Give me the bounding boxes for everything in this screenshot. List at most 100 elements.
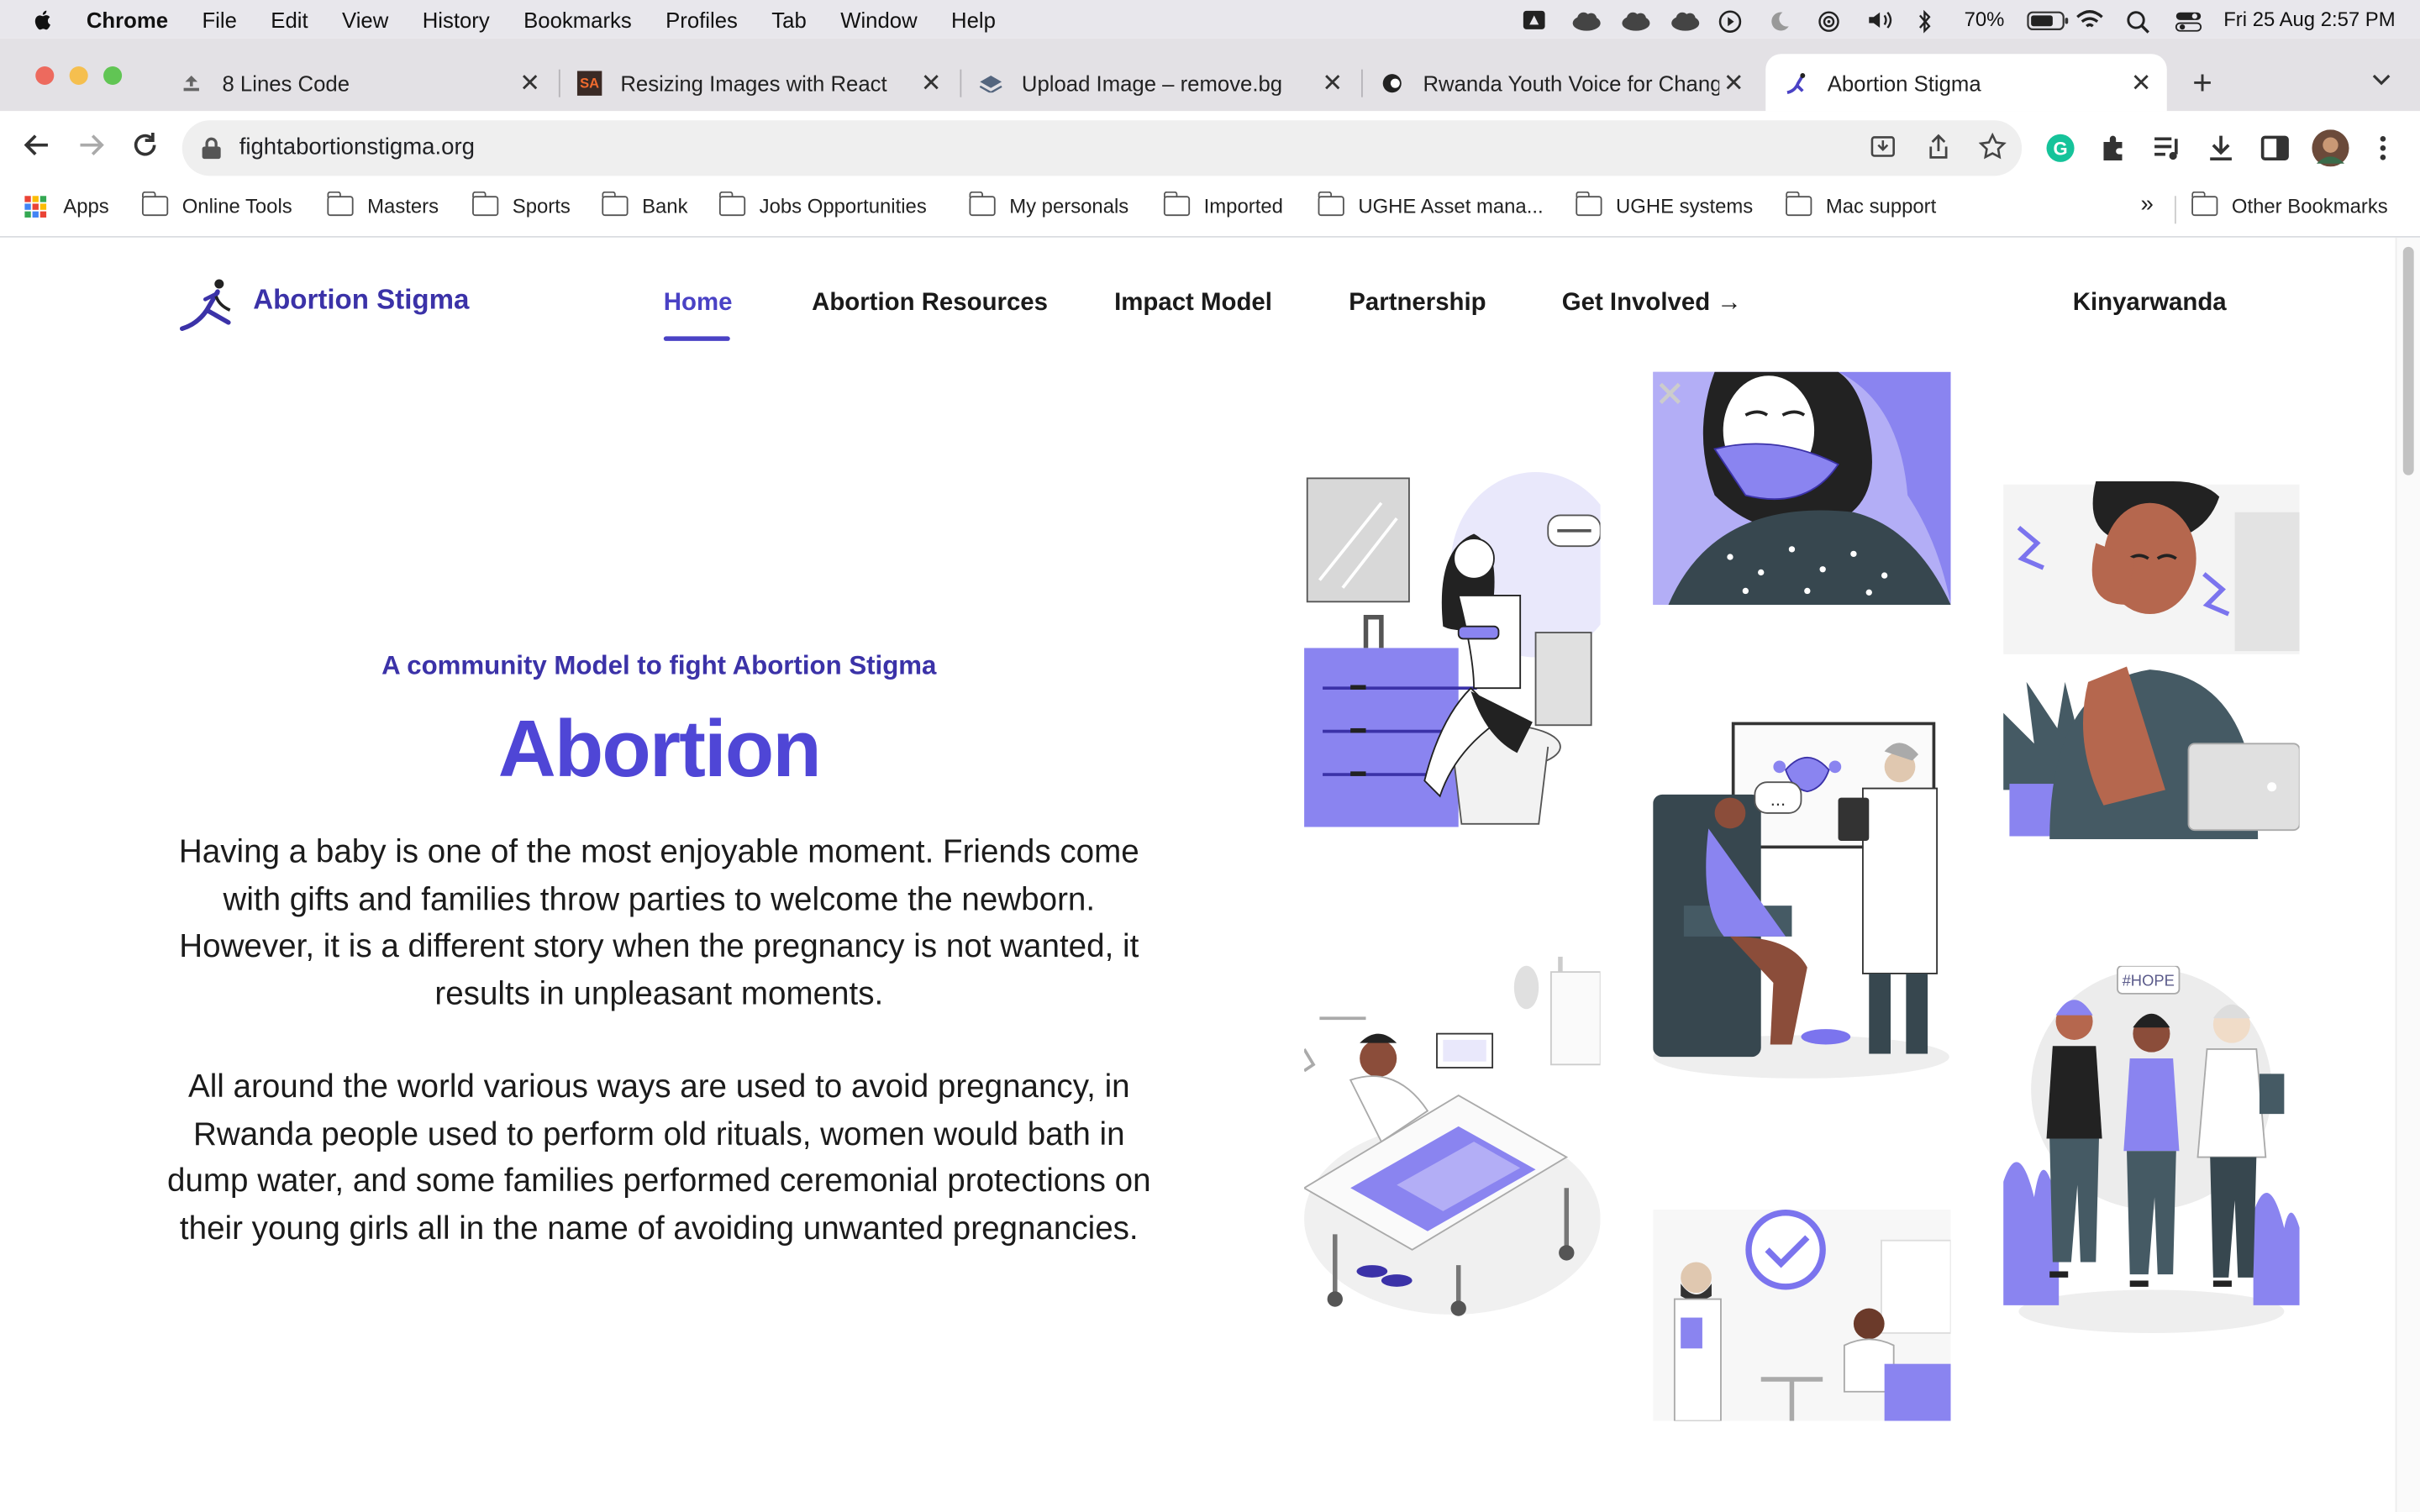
address-bar[interactable]: fightabortionstigma.org (182, 120, 2023, 176)
hero-section: A community Model to fight Abortion Stig… (166, 642, 1151, 1252)
menu-app-name[interactable]: Chrome (87, 7, 168, 31)
bookmark-folder-online-tools[interactable]: Online Tools (141, 191, 292, 218)
nav-impact-model[interactable]: Impact Model (1114, 290, 1272, 318)
hero-kicker: A community Model to fight Abortion Stig… (381, 651, 937, 680)
drive-icon[interactable] (1520, 8, 1548, 30)
share-icon[interactable] (1923, 133, 1954, 164)
close-window-button[interactable] (35, 66, 55, 86)
page-scrollbar[interactable] (2395, 237, 2420, 1512)
menu-bookmarks[interactable]: Bookmarks (523, 7, 632, 31)
bookmark-folder-ughe-asset[interactable]: UGHE Asset mana... (1317, 191, 1544, 218)
logo-figure-icon (179, 276, 247, 339)
tab-8-lines-code[interactable]: 8 Lines Code ✕ (164, 54, 556, 111)
bookmark-label: Bank (642, 194, 688, 218)
bookmark-star-icon[interactable] (1977, 132, 2008, 164)
minimize-window-button[interactable] (69, 66, 88, 86)
menu-help[interactable]: Help (951, 7, 996, 31)
close-tab-icon[interactable]: ✕ (1322, 67, 1343, 98)
bookmark-label: Apps (63, 194, 109, 218)
tab-title: Resizing Images with React (620, 70, 887, 95)
hope-tag-text: #HOPE (2123, 972, 2175, 990)
menu-edit[interactable]: Edit (271, 7, 308, 31)
close-tab-icon[interactable]: ✕ (519, 67, 540, 98)
menu-tab[interactable]: Tab (771, 7, 806, 31)
site-logo[interactable]: Abortion Stigma (179, 276, 469, 339)
menu-profiles[interactable]: Profiles (666, 7, 738, 31)
bookmark-folder-my-personals[interactable]: My personals (968, 191, 1128, 218)
browser-toolbar: fightabortionstigma.org G (0, 111, 2420, 184)
scrollbar-thumb[interactable] (2402, 246, 2414, 475)
menu-file[interactable]: File (202, 7, 236, 31)
profile-avatar[interactable] (2312, 129, 2349, 167)
nav-home[interactable]: Home (664, 290, 733, 318)
control-center-icon[interactable] (2174, 8, 2202, 31)
bookmark-apps[interactable]: Apps (24, 194, 109, 218)
new-tab-icon[interactable]: + (2187, 66, 2218, 99)
folder-icon (968, 191, 996, 217)
battery-icon[interactable] (2026, 8, 2068, 30)
tab-remove-bg[interactable]: Upload Image – remove.bg ✕ (963, 54, 1358, 111)
back-icon[interactable] (20, 129, 54, 163)
nav-partnership[interactable]: Partnership (1349, 290, 1486, 318)
forward-icon[interactable] (74, 129, 108, 163)
lock-icon[interactable] (201, 136, 223, 160)
bookmark-folder-ughe-systems[interactable]: UGHE systems (1575, 191, 1753, 218)
cloud-icon[interactable] (1569, 8, 1601, 30)
clock-datetime[interactable]: Fri 25 Aug 2:57 PM (2223, 8, 2395, 31)
hero-title: Abortion (497, 705, 822, 795)
menu-view[interactable]: View (342, 7, 388, 31)
tab-resizing-images[interactable]: SA Resizing Images with React ✕ (562, 54, 957, 111)
side-panel-icon[interactable] (2260, 133, 2291, 164)
illustration-hospital-bed (1304, 956, 1601, 1318)
bookmark-folder-other[interactable]: Other Bookmarks (2191, 191, 2388, 218)
removebg-icon (978, 71, 1002, 95)
cloud-icon[interactable] (1618, 8, 1649, 30)
bookmarks-overflow-button[interactable]: » (2141, 192, 2154, 218)
nav-active-underline (663, 336, 730, 341)
grammarly-icon[interactable]: G (2045, 133, 2076, 164)
bookmark-folder-jobs[interactable]: Jobs Opportunities (718, 191, 927, 218)
volume-icon[interactable] (1865, 8, 1893, 30)
nav-get-involved[interactable]: Get Involved → (1562, 290, 1742, 318)
bookmark-label: UGHE Asset mana... (1358, 194, 1544, 218)
site-brand-name: Abortion Stigma (253, 283, 470, 315)
wifi-icon[interactable] (2075, 8, 2103, 30)
tab-rwanda-youth[interactable]: Rwanda Youth Voice for Change ✕ (1365, 54, 1760, 111)
hero-paragraph-1: Having a baby is one of the most enjoyab… (178, 834, 1139, 1011)
bookmark-folder-bank[interactable]: Bank (601, 191, 688, 218)
apple-menu-icon[interactable] (31, 7, 55, 31)
install-app-icon[interactable] (1867, 133, 1898, 164)
bookmark-label: Online Tools (182, 194, 292, 218)
menu-history[interactable]: History (423, 7, 490, 31)
airdrop-icon[interactable] (1816, 8, 1844, 32)
close-tab-icon[interactable]: ✕ (921, 67, 942, 98)
extensions-puzzle-icon[interactable] (2097, 133, 2128, 164)
bookmark-folder-sports[interactable]: Sports (471, 191, 571, 218)
illustration-hope-group: #HOPE (2003, 965, 2300, 1339)
bookmark-folder-imported[interactable]: Imported (1162, 191, 1283, 218)
close-tab-icon[interactable]: ✕ (2131, 67, 2152, 98)
tab-abortion-stigma[interactable]: Abortion Stigma ✕ (1765, 54, 2167, 112)
tab-search-chevron-icon[interactable] (2366, 66, 2397, 97)
play-circle-icon[interactable] (1718, 8, 1745, 33)
bluetooth-icon[interactable] (1915, 8, 1943, 33)
bookmark-folder-mac-support[interactable]: Mac support (1785, 191, 1936, 218)
nav-abortion-resources[interactable]: Abortion Resources (812, 290, 1048, 318)
download-icon[interactable] (2206, 133, 2237, 164)
menu-window[interactable]: Window (840, 7, 917, 31)
zoom-window-button[interactable] (103, 66, 123, 86)
bookmark-folder-masters[interactable]: Masters (326, 191, 439, 218)
upload-icon (179, 71, 203, 95)
language-switch-kinyarwanda[interactable]: Kinyarwanda (2073, 290, 2227, 318)
media-playlist-icon[interactable] (2151, 133, 2182, 164)
moon-icon[interactable] (1766, 8, 1794, 30)
url-text[interactable]: fightabortionstigma.org (239, 134, 475, 160)
spotlight-search-icon[interactable] (2125, 8, 2153, 33)
bookmark-label: Other Bookmarks (2231, 194, 2388, 218)
chrome-menu-icon[interactable] (2368, 133, 2399, 164)
folder-icon (1785, 191, 1812, 217)
cloud-icon[interactable] (1668, 8, 1699, 30)
folder-icon (471, 191, 499, 217)
close-tab-icon[interactable]: ✕ (1723, 67, 1744, 98)
reload-icon[interactable] (128, 129, 161, 163)
